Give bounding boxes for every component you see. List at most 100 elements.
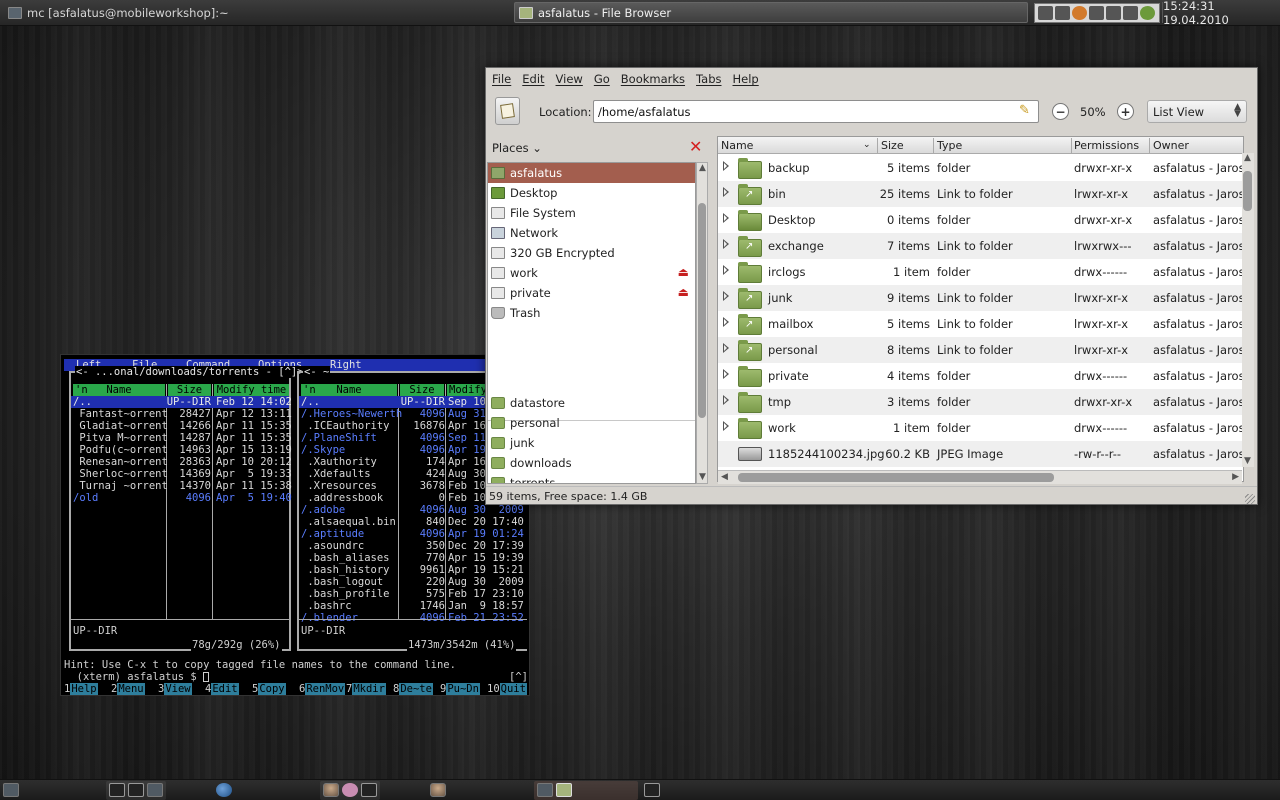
menu-go[interactable]: Go xyxy=(594,72,610,86)
close-sidebar-icon[interactable]: ✕ xyxy=(689,139,702,155)
location-input[interactable] xyxy=(593,100,1039,123)
chat-icon[interactable] xyxy=(342,783,358,797)
clear-location-icon[interactable]: ✎ xyxy=(1019,104,1033,118)
update-icon[interactable] xyxy=(1072,6,1087,20)
places-dropdown[interactable]: Places ⌄ xyxy=(492,141,542,155)
bookmark-item-personal[interactable]: personal xyxy=(488,413,695,433)
scroll-down-icon[interactable]: ▼ xyxy=(699,473,706,482)
bookmark-item-torrents[interactable]: torrents xyxy=(488,473,695,483)
scroll-left-icon[interactable]: ◀ xyxy=(721,473,728,482)
file-row[interactable]: irclogs 1 item folder drwx------ asfalatus -… xyxy=(718,259,1243,285)
sidebar-item-320-gb-encrypted[interactable]: 320 GB Encrypted xyxy=(488,243,695,263)
column-name[interactable]: Name xyxy=(721,139,753,152)
mc-file-row[interactable]: Pitva M~orrent 14287 Apr 11 15:35 xyxy=(71,432,292,444)
window-icon[interactable] xyxy=(537,783,553,797)
fkey-pudn-button[interactable]: 9Pu~Dn xyxy=(440,683,480,695)
file-row[interactable]: personal 8 items Link to folder lrwxr-xr-x a… xyxy=(718,337,1243,363)
mc-left-panel[interactable]: <- ...onal/downloads/torrents - [^]> 'n … xyxy=(69,366,305,651)
expander-icon[interactable] xyxy=(723,213,729,223)
fkey-mkdir-button[interactable]: 7Mkdir xyxy=(346,683,386,695)
avatar-icon[interactable] xyxy=(323,783,339,797)
column-divider[interactable] xyxy=(933,138,934,153)
terminal-icon[interactable] xyxy=(109,783,125,797)
file-row[interactable]: backup 5 items folder drwxr-xr-x asfalatus -… xyxy=(718,155,1243,181)
sidebar-item-desktop[interactable]: Desktop xyxy=(488,183,695,203)
fkey-view-button[interactable]: 3View xyxy=(158,683,192,695)
file-row[interactable]: work 1 item folder drwx------ asfalatus - Ja… xyxy=(718,415,1243,441)
scrollbar-thumb[interactable] xyxy=(698,203,706,418)
printer-icon[interactable] xyxy=(1038,6,1053,20)
sidebar-item-network[interactable]: Network xyxy=(488,223,695,243)
bookmark-item-downloads[interactable]: downloads xyxy=(488,453,695,473)
menu-tabs[interactable]: Tabs xyxy=(696,72,721,86)
terminal-icon[interactable] xyxy=(644,783,660,797)
expander-icon[interactable] xyxy=(723,343,729,353)
mc-file-row[interactable]: .bash_profile 575 Feb 17 23:10 xyxy=(299,588,527,600)
mc-file-row[interactable]: .bash_aliases 770 Apr 15 19:39 xyxy=(299,552,527,564)
mc-col-name[interactable]: 'n Name xyxy=(73,384,165,396)
expander-icon[interactable] xyxy=(723,421,729,431)
bookmark-item-junk[interactable]: junk xyxy=(488,433,695,453)
expander-icon[interactable] xyxy=(723,187,729,197)
avatar-icon[interactable] xyxy=(430,783,446,797)
network-status-icon[interactable] xyxy=(1123,6,1138,20)
menu-bookmarks[interactable]: Bookmarks xyxy=(621,72,685,86)
file-row[interactable]: Desktop 0 items folder drwxr-xr-x asfalatus … xyxy=(718,207,1243,233)
mc-terminal-window[interactable]: Left File Command Options Right <- ...on… xyxy=(60,354,530,696)
scroll-right-icon[interactable]: ▶ xyxy=(1232,473,1239,482)
eject-icon[interactable]: ⏏ xyxy=(678,266,689,278)
window-icon[interactable] xyxy=(147,783,163,797)
file-list-vscrollbar[interactable]: ▲ ▼ xyxy=(1242,153,1254,467)
mc-file-row[interactable]: Gladiat~orrent 14266 Apr 11 15:35 xyxy=(71,420,292,432)
taskbar-item-mc[interactable]: mc [asfalatus@mobileworkshop]:~ xyxy=(2,2,510,23)
mc-col-size[interactable]: Size xyxy=(400,384,444,396)
sort-chevron-icon[interactable]: ⌄ xyxy=(863,140,871,150)
sidebar-scrollbar[interactable]: ▲ ▼ xyxy=(696,162,708,484)
menu-help[interactable]: Help xyxy=(733,72,759,86)
mc-file-row[interactable]: .bash_logout 220 Aug 30 2009 xyxy=(299,576,527,588)
scroll-down-icon[interactable]: ▼ xyxy=(1244,457,1251,466)
file-list-hscrollbar[interactable]: ◀ ▶ xyxy=(718,470,1242,484)
fkey-help-button[interactable]: 1Help xyxy=(64,683,98,695)
menu-file[interactable]: File xyxy=(492,72,511,86)
menu-view[interactable]: View xyxy=(556,72,583,86)
mc-file-row[interactable]: .bashrc 1746 Jan 9 18:57 xyxy=(299,600,527,612)
sidebar-item-trash[interactable]: Trash xyxy=(488,303,695,323)
sidebar-item-file-system[interactable]: File System xyxy=(488,203,695,223)
expander-icon[interactable] xyxy=(723,265,729,275)
column-type[interactable]: Type xyxy=(937,139,962,152)
mc-menu-right[interactable]: Right xyxy=(330,359,362,371)
file-manager-icon[interactable] xyxy=(556,783,572,797)
file-row[interactable]: private 4 items folder drwx------ asfalatus … xyxy=(718,363,1243,389)
fkey-quit-button[interactable]: 10Quit xyxy=(487,683,527,695)
fkey-menu-button[interactable]: 2Menu xyxy=(111,683,145,695)
zoom-out-button[interactable]: − xyxy=(1052,103,1069,120)
mc-col-name[interactable]: 'n Name xyxy=(301,384,397,396)
browser-icon[interactable] xyxy=(216,783,232,797)
fkey-copy-button[interactable]: 5Copy xyxy=(252,683,286,695)
mc-file-row[interactable]: /.aptitude 4096 Apr 19 01:24 xyxy=(299,528,527,540)
scroll-up-icon[interactable]: ▲ xyxy=(1244,154,1251,163)
sidebar-item-work[interactable]: work ⏏ xyxy=(488,263,695,283)
mc-file-row[interactable]: .bash_history 9961 Apr 19 15:21 xyxy=(299,564,527,576)
mc-file-row[interactable]: Podfu(c~orrent 14963 Apr 15 13:19 xyxy=(71,444,292,456)
scroll-up-icon[interactable]: ▲ xyxy=(699,164,706,173)
show-desktop-icon[interactable] xyxy=(3,783,19,797)
mail-icon[interactable] xyxy=(1106,6,1121,20)
expander-icon[interactable] xyxy=(723,317,729,327)
expander-icon[interactable] xyxy=(723,395,729,405)
file-row[interactable]: mailbox 5 items Link to folder lrwxr-xr-x as… xyxy=(718,311,1243,337)
fkey-renmov-button[interactable]: 6RenMov xyxy=(299,683,346,695)
search-icon[interactable] xyxy=(1055,6,1070,20)
mc-file-row[interactable]: Turnaj ~orrent 14370 Apr 11 15:38 xyxy=(71,480,292,492)
file-row[interactable]: 1185244100234.jpg 60.2 KB JPEG Image -rw-r-… xyxy=(718,441,1243,467)
mc-file-row[interactable]: Renesan~orrent 28363 Apr 10 20:12 xyxy=(71,456,292,468)
mc-file-row[interactable]: Fantast~orrent 28427 Apr 12 13:11 xyxy=(71,408,292,420)
expander-icon[interactable] xyxy=(723,291,729,301)
monitor-icon[interactable] xyxy=(1089,6,1104,20)
mc-file-row[interactable]: /.adobe 4096 Aug 30 2009 xyxy=(299,504,527,516)
mc-col-size[interactable]: Size xyxy=(168,384,211,396)
expander-icon[interactable] xyxy=(723,239,729,249)
battery-icon[interactable] xyxy=(1140,6,1155,20)
file-row[interactable]: tmp 3 items folder drwxr-xr-x asfalatus - Ja… xyxy=(718,389,1243,415)
